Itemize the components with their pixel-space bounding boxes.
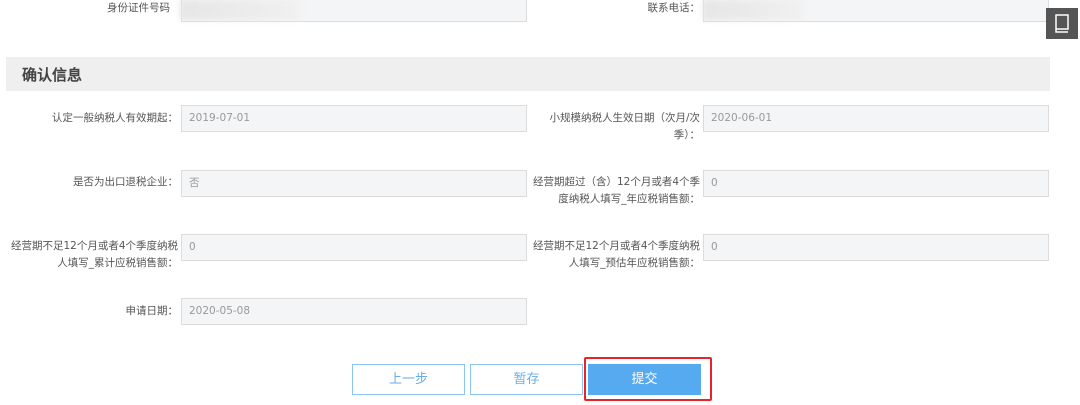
general-start-label: 认定一般纳税人有效期起：: [52, 112, 178, 124]
over12-label: 经营期超过（含）12个月或者4个季度纳税人填写_年应税销售额：: [532, 176, 700, 205]
book-icon[interactable]: [1046, 8, 1078, 39]
under12-est-input[interactable]: 0: [703, 234, 1049, 261]
export-label: 是否为出口退税企业：: [73, 176, 178, 188]
over12-input[interactable]: 0: [703, 170, 1049, 197]
apply-date-label: 申请日期：: [125, 305, 179, 317]
phone-label: 联系电话：: [647, 2, 701, 14]
save-draft-button[interactable]: 暂存: [470, 364, 583, 395]
prev-button[interactable]: 上一步: [352, 364, 465, 395]
section-header: 确认信息: [6, 57, 1050, 91]
redacted-area: [703, 0, 803, 20]
id-number-label: 身份证件号码: [107, 2, 170, 14]
highlight-box: [584, 357, 712, 401]
under12-est-label: 经营期不足12个月或者4个季度纳税人填写_预估年应税销售额：: [532, 240, 700, 269]
export-input[interactable]: 否: [181, 170, 527, 197]
apply-date-input[interactable]: 2020-05-08: [181, 298, 527, 325]
redacted-area: [180, 0, 300, 20]
under12-cum-label: 经营期不足12个月或者4个季度纳税人填写_累计应税销售额：: [10, 240, 178, 269]
small-effective-label: 小规模纳税人生效日期（次月/次季）：: [549, 112, 700, 141]
under12-cum-input[interactable]: 0: [181, 234, 527, 261]
general-start-input[interactable]: 2019-07-01: [181, 105, 527, 132]
section-title: 确认信息: [22, 66, 83, 84]
small-effective-input[interactable]: 2020-06-01: [703, 105, 1049, 132]
